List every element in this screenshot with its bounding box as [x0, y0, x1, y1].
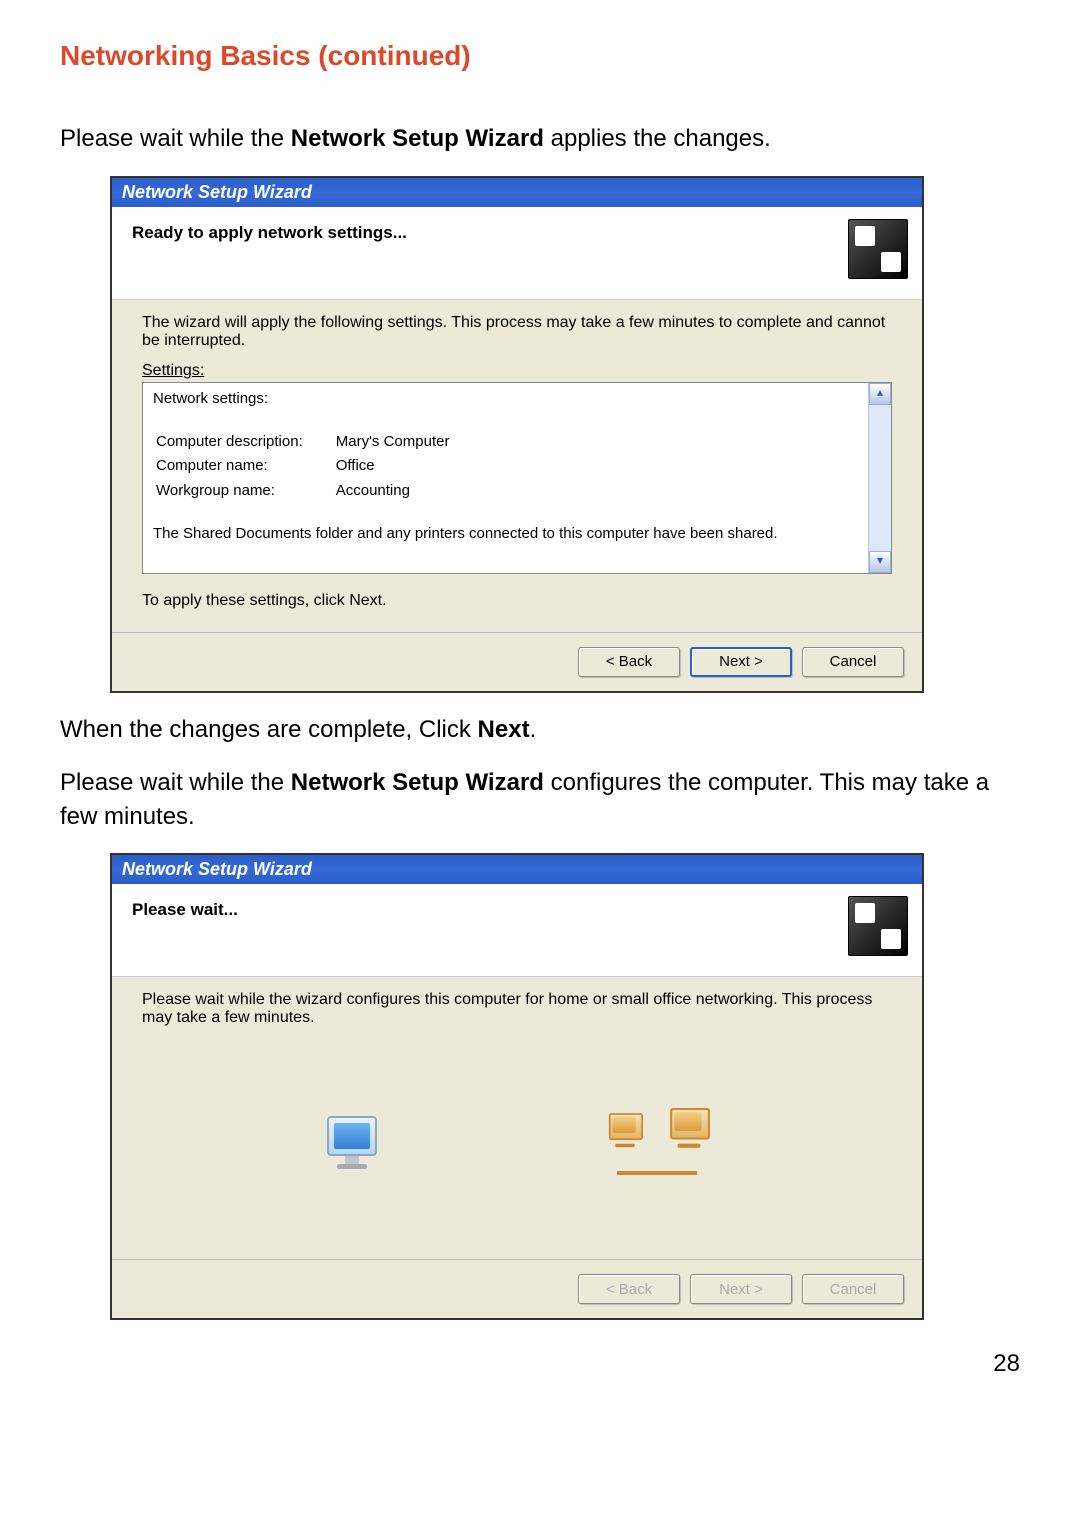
settings-table: Computer description:Mary's Computer Com…: [153, 429, 481, 504]
wizard-description: Please wait while the wizard configures …: [142, 991, 892, 1027]
scroll-down-icon[interactable]: ▾: [869, 551, 891, 573]
text-bold: Network Setup Wizard: [291, 125, 544, 152]
row-label: Computer description:: [155, 431, 333, 453]
wizard-dialog-2: Network Setup Wizard Please wait... Plea…: [110, 853, 924, 1320]
text-segment: Please wait while the: [60, 769, 291, 796]
wizard-header-title: Ready to apply network settings...: [132, 219, 407, 243]
back-button: < Back: [578, 1274, 680, 1304]
mid-paragraph-2: Please wait while the Network Setup Wiza…: [60, 766, 1020, 833]
wizard-header: Ready to apply network settings...: [112, 207, 922, 300]
settings-label: Settings:: [142, 362, 892, 380]
text-bold: Next: [478, 716, 530, 743]
settings-content: Network settings: Computer description:M…: [143, 383, 868, 573]
text-segment: When the changes are complete, Click: [60, 716, 478, 743]
wizard-dialog-1: Network Setup Wizard Ready to apply netw…: [110, 176, 924, 693]
button-row: < Back Next > Cancel: [112, 1259, 922, 1318]
row-value: Mary's Computer: [335, 431, 480, 453]
wizard-header-title: Please wait...: [132, 896, 238, 920]
text-bold: Network Setup Wizard: [291, 769, 544, 796]
section-heading: Networking Basics (continued): [60, 40, 1020, 72]
page-number: 28: [60, 1350, 1020, 1378]
text-segment: .: [530, 716, 537, 743]
network-icon: [848, 219, 908, 279]
wizard-content: Please wait while the wizard configures …: [112, 977, 922, 1259]
network-computers-icon: [607, 1109, 707, 1179]
text-segment: applies the changes.: [544, 125, 771, 152]
window-titlebar: Network Setup Wizard: [112, 855, 922, 884]
table-row: Computer name:Office: [155, 455, 479, 477]
settings-heading: Network settings:: [153, 389, 858, 409]
table-row: Computer description:Mary's Computer: [155, 431, 479, 453]
row-label: Computer name:: [155, 455, 333, 477]
shared-text: The Shared Documents folder and any prin…: [153, 524, 858, 544]
text-segment: Please wait while the: [60, 125, 291, 152]
settings-readonly-pane: Network settings: Computer description:M…: [142, 382, 892, 574]
next-button: Next >: [690, 1274, 792, 1304]
scrollbar[interactable]: ▴ ▾: [868, 383, 891, 573]
button-row: < Back Next > Cancel: [112, 632, 922, 691]
table-row: Workgroup name:Accounting: [155, 480, 479, 502]
cancel-button: Cancel: [802, 1274, 904, 1304]
scroll-up-icon[interactable]: ▴: [869, 383, 891, 405]
wizard-content: The wizard will apply the following sett…: [112, 300, 922, 632]
row-label: Workgroup name:: [155, 480, 333, 502]
network-icon: [848, 896, 908, 956]
apply-instruction: To apply these settings, click Next.: [142, 592, 892, 610]
wizard-header: Please wait...: [112, 884, 922, 977]
progress-animation: [142, 1039, 892, 1249]
window-titlebar: Network Setup Wizard: [112, 178, 922, 207]
back-button[interactable]: < Back: [578, 647, 680, 677]
row-value: Accounting: [335, 480, 480, 502]
mid-paragraph-1: When the changes are complete, Click Nex…: [60, 713, 1020, 747]
wizard-description: The wizard will apply the following sett…: [142, 314, 892, 350]
next-button[interactable]: Next >: [690, 647, 792, 677]
computer-icon: [327, 1116, 377, 1172]
row-value: Office: [335, 455, 480, 477]
cancel-button[interactable]: Cancel: [802, 647, 904, 677]
intro-paragraph-1: Please wait while the Network Setup Wiza…: [60, 122, 1020, 156]
